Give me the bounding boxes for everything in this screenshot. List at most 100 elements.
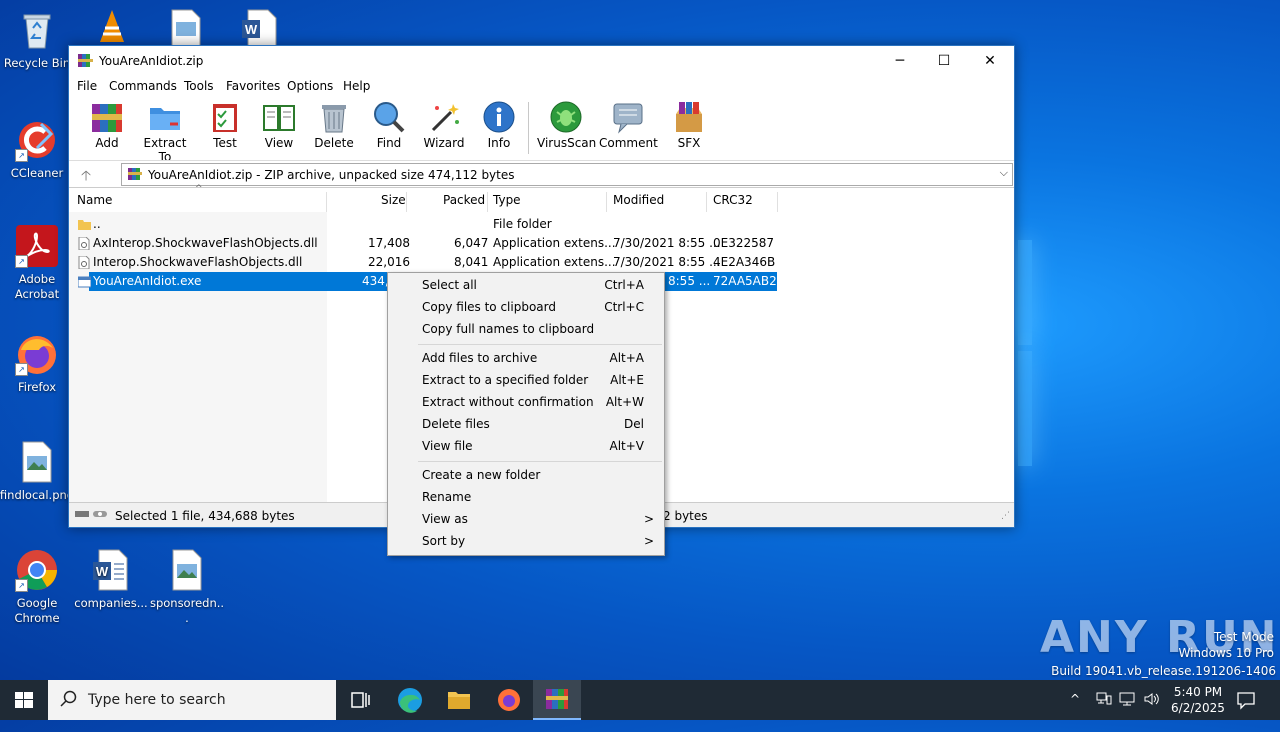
column-header-size[interactable]: Size <box>381 188 406 212</box>
menu-item-extract-without-confirmation[interactable]: Extract without confirmation Alt+W <box>388 391 664 413</box>
minimize-button[interactable]: ─ <box>877 46 923 76</box>
folder-icon <box>78 218 91 231</box>
toolbar-virusscan-button[interactable]: VirusScan <box>537 98 596 150</box>
menu-item-shortcut: Alt+W <box>605 395 644 409</box>
desktop-icon-label: findlocal.png <box>0 488 75 502</box>
table-row[interactable]: .. File folder <box>69 215 1014 234</box>
menu-item-shortcut: Del <box>624 417 644 431</box>
vlc-icon[interactable] <box>92 6 132 46</box>
menu-item-label: Copy files to clipboard <box>422 300 556 314</box>
add-books-icon <box>90 100 124 134</box>
taskbar-edge[interactable] <box>386 680 434 720</box>
menu-item-copy-full-names[interactable]: Copy full names to clipboard <box>388 318 664 340</box>
taskbar-firefox[interactable] <box>485 680 533 720</box>
show-hidden-icons-chevron-up-icon[interactable]: ^ <box>1070 692 1080 732</box>
menu-item-shortcut: Ctrl+A <box>604 278 644 292</box>
word-document-icon[interactable]: W <box>240 8 278 47</box>
resize-grip-icon[interactable]: ⋰ <box>1001 511 1010 521</box>
close-button[interactable]: ✕ <box>967 46 1013 76</box>
image-file-icon <box>15 440 59 484</box>
column-header-packed[interactable]: Packed <box>443 188 485 212</box>
toolbar-label: Delete <box>314 136 354 150</box>
desktop-icon-companies[interactable]: W companies... <box>73 548 149 611</box>
column-header-type[interactable]: Type <box>493 188 521 212</box>
menu-item-label: Extract without confirmation <box>422 395 594 409</box>
menu-item-label: Add files to archive <box>422 351 538 365</box>
menu-item-label: Copy full names to clipboard <box>422 322 595 336</box>
menu-item-create-folder[interactable]: Create a new folder <box>388 464 664 486</box>
chevron-down-icon[interactable]: ⌵ <box>1000 166 1008 180</box>
desktop-icon-ccleaner[interactable]: ↗ CCleaner <box>0 118 75 181</box>
start-button[interactable] <box>0 680 48 720</box>
desktop-icon-adobe-acrobat[interactable]: ↗ Adobe Acrobat <box>0 224 75 302</box>
menu-item-copy-files[interactable]: Copy files to clipboard Ctrl+C <box>388 296 664 318</box>
desktop-icon-label: Recycle Bin <box>3 56 71 70</box>
menu-tools[interactable]: Tools <box>184 79 214 93</box>
menu-separator <box>418 461 662 462</box>
table-row[interactable]: Interop.ShockwaveFlashObjects.dll 22,016… <box>69 253 1014 272</box>
sort-up-icon: ^ <box>195 184 203 194</box>
menu-item-extract-to-folder[interactable]: Extract to a specified folder Alt+E <box>388 369 664 391</box>
up-arrow-icon[interactable]: 🡡 <box>81 165 91 189</box>
menu-help[interactable]: Help <box>343 79 370 93</box>
column-header-crc32[interactable]: CRC32 <box>713 188 753 212</box>
taskbar-search-box[interactable]: Type here to search <box>48 680 336 720</box>
menu-file[interactable]: File <box>77 79 97 93</box>
file-crc: 0E322587 <box>713 236 775 250</box>
toolbar-test-button[interactable]: Test <box>196 98 254 150</box>
table-row[interactable]: AxInterop.ShockwaveFlashObjects.dll 17,4… <box>69 234 1014 253</box>
toolbar-find-button[interactable]: Find <box>360 98 418 150</box>
image-file-icon <box>165 548 209 592</box>
toolbar-info-button[interactable]: Info <box>470 98 528 150</box>
notification-icon[interactable] <box>1236 690 1256 730</box>
column-separator <box>326 192 327 212</box>
toolbar-extract-to-button[interactable]: Extract To <box>136 98 194 164</box>
context-menu[interactable]: Select all Ctrl+A Copy files to clipboar… <box>387 272 665 556</box>
volume-icon[interactable] <box>1143 691 1161 731</box>
menu-item-rename[interactable]: Rename <box>388 486 664 508</box>
taskbar-winrar-active[interactable] <box>533 680 581 720</box>
virus-scan-icon <box>549 100 583 134</box>
menu-options[interactable]: Options <box>287 79 333 93</box>
title-bar[interactable]: YouAreAnIdiot.zip ─ ☐ ✕ <box>69 46 1014 76</box>
toolbar-label: Test <box>213 136 237 150</box>
column-separator <box>487 192 488 212</box>
maximize-button[interactable]: ☐ <box>921 46 967 76</box>
ccleaner-icon: ↗ <box>15 118 59 162</box>
column-header-name[interactable]: Name <box>77 188 112 212</box>
desktop-icon-recycle-bin[interactable]: Recycle Bin <box>0 8 75 71</box>
column-header-modified[interactable]: Modified <box>613 188 664 212</box>
image-file-icon[interactable] <box>168 8 204 47</box>
menu-item-sort-by[interactable]: Sort by > <box>388 530 664 552</box>
menu-item-select-all[interactable]: Select all Ctrl+A <box>388 274 664 296</box>
menu-commands[interactable]: Commands <box>109 79 177 93</box>
desktop-icon-firefox[interactable]: ↗ Firefox <box>0 332 75 395</box>
menu-item-view-file[interactable]: View file Alt+V <box>388 435 664 457</box>
menu-item-add-files[interactable]: Add files to archive Alt+A <box>388 347 664 369</box>
toolbar-wizard-button[interactable]: Wizard <box>415 98 473 150</box>
taskbar: Type here to search ^ 5:40 PM 6/2/2025 <box>0 680 1280 720</box>
menu-item-view-as[interactable]: View as > <box>388 508 664 530</box>
desktop-icon-google-chrome[interactable]: ↗ Google Chrome <box>0 548 75 626</box>
toolbar-view-button[interactable]: View <box>250 98 308 150</box>
toolbar-sfx-button[interactable]: SFX <box>660 98 718 150</box>
toolbar-add-button[interactable]: Add <box>78 98 136 150</box>
monitor-icon[interactable] <box>1119 691 1137 731</box>
windows-edition-text: Windows 10 Pro <box>1178 646 1274 660</box>
toolbar-comment-button[interactable]: Comment <box>599 98 658 150</box>
archive-path-field[interactable]: YouAreAnIdiot.zip - ZIP archive, unpacke… <box>121 163 1013 186</box>
desktop-icon-sponsored[interactable]: sponsoredn... <box>149 548 225 626</box>
file-name: .. <box>93 217 101 231</box>
menu-item-label: Extract to a specified folder <box>422 373 589 387</box>
desktop-icon-findlocal[interactable]: findlocal.png <box>0 440 75 503</box>
toolbar-delete-button[interactable]: Delete <box>305 98 363 150</box>
task-view-button[interactable] <box>336 680 384 720</box>
menu-item-delete-files[interactable]: Delete files Del <box>388 413 664 435</box>
toolbar-label: Comment <box>599 136 658 150</box>
menu-favorites[interactable]: Favorites <box>226 79 280 93</box>
network-icon[interactable] <box>1095 691 1113 731</box>
clock[interactable]: 5:40 PM 6/2/2025 <box>1168 684 1228 724</box>
file-type: Application extens... <box>493 255 616 269</box>
taskbar-file-explorer[interactable] <box>435 680 483 720</box>
desktop-icon-label: Adobe Acrobat <box>14 272 60 301</box>
